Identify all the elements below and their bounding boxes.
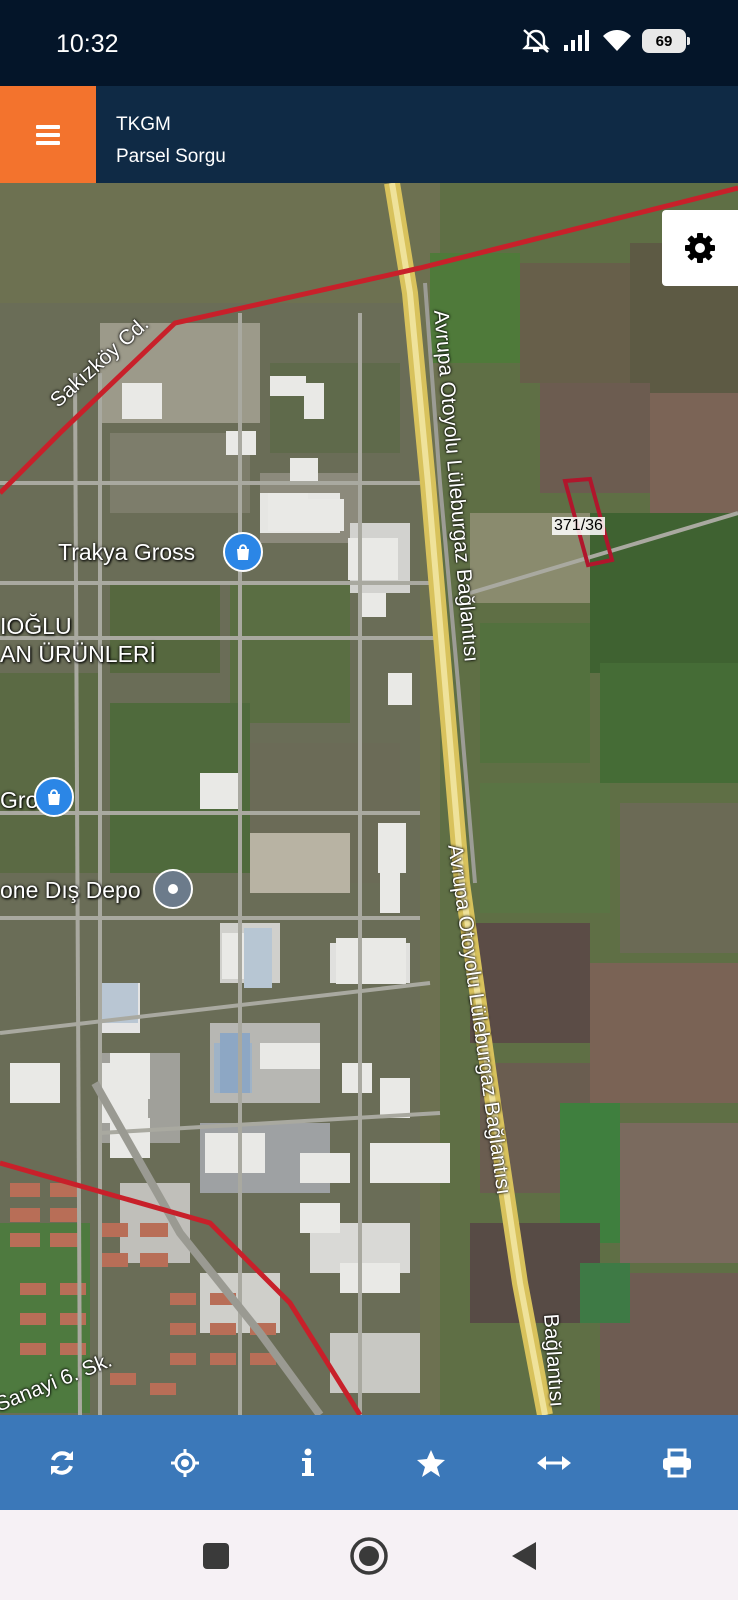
shopping-bag-pin-icon[interactable]	[223, 532, 263, 572]
info-button[interactable]	[278, 1433, 338, 1493]
app-title: TKGM	[116, 114, 171, 135]
menu-button[interactable]	[0, 86, 96, 183]
map-toolbar	[0, 1415, 738, 1510]
status-icons: 69	[520, 28, 690, 54]
home-button[interactable]	[347, 1534, 391, 1578]
back-triangle-icon	[512, 1542, 536, 1570]
signal-icon	[562, 29, 592, 53]
refresh-button[interactable]	[32, 1433, 92, 1493]
print-button[interactable]	[647, 1433, 707, 1493]
print-icon	[662, 1448, 691, 1477]
square-icon	[203, 1543, 229, 1569]
android-nav-bar	[0, 1510, 738, 1600]
recents-button[interactable]	[194, 1534, 238, 1578]
poi-label-trakya-gross: Trakya Gross	[58, 539, 196, 565]
refresh-icon	[50, 1450, 73, 1475]
locate-button[interactable]	[155, 1433, 215, 1493]
mute-icon	[520, 28, 552, 54]
poi-label-oglu-line1: IOĞLU	[0, 613, 72, 639]
app-subtitle: Parsel Sorgu	[116, 146, 226, 167]
parcel-label[interactable]: 371/36	[552, 517, 605, 535]
info-icon	[301, 1448, 314, 1476]
poi-label-oglu-line2: AN ÜRÜNLERİ	[0, 641, 156, 667]
map-view[interactable]: Sakızköy Cd. Avrupa Otoyolu Lüleburgaz B…	[0, 183, 738, 1415]
favorite-button[interactable]	[401, 1433, 461, 1493]
measure-icon	[536, 1455, 571, 1470]
measure-button[interactable]	[524, 1433, 584, 1493]
circle-icon	[350, 1537, 388, 1575]
battery-icon: 69	[642, 29, 690, 53]
battery-level: 69	[655, 32, 673, 50]
app-header: TKGM Parsel Sorgu	[0, 86, 738, 183]
back-button[interactable]	[502, 1534, 546, 1578]
poi-label-dis-depo: one Dış Depo	[0, 877, 141, 903]
status-bar: 10:32 69	[0, 0, 738, 86]
star-icon	[416, 1449, 445, 1477]
locate-icon	[170, 1448, 199, 1477]
hamburger-menu-icon	[36, 124, 60, 145]
location-pin-icon[interactable]	[153, 869, 193, 909]
status-time: 10:32	[56, 30, 119, 58]
wifi-icon	[602, 29, 632, 53]
gear-icon	[685, 233, 715, 263]
settings-button[interactable]	[662, 210, 738, 286]
shopping-bag-pin-icon[interactable]	[34, 777, 74, 817]
